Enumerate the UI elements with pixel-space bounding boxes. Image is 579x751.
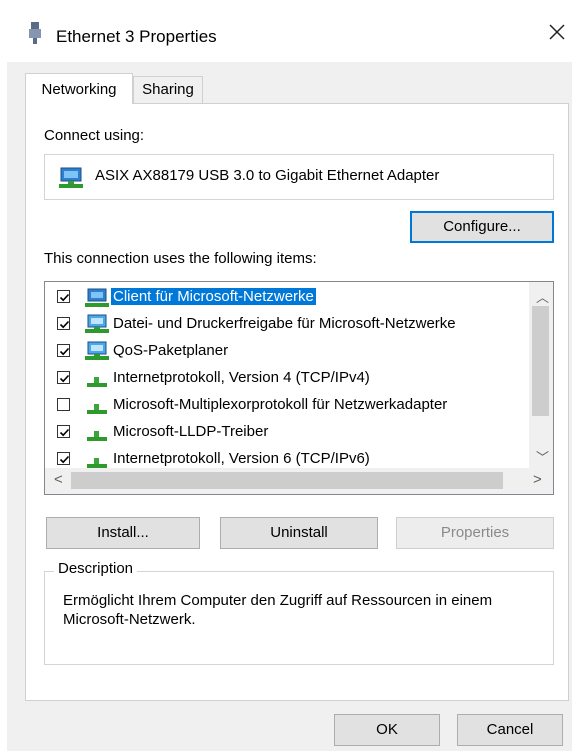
scroll-left-icon[interactable]: <	[54, 471, 63, 488]
cancel-button[interactable]: Cancel	[457, 714, 563, 746]
close-icon[interactable]	[545, 20, 569, 44]
properties-button[interactable]: Properties	[396, 517, 554, 549]
list-item-label: QoS-Paketplaner	[113, 342, 229, 359]
uninstall-button[interactable]: Uninstall	[220, 517, 378, 549]
description-text: Ermöglicht Ihrem Computer den Zugriff au…	[63, 592, 493, 628]
description-title: Description	[54, 560, 138, 577]
list-item[interactable]: Microsoft-LLDP-Treiber	[45, 419, 529, 446]
properties-window: Ethernet 3 Properties Networking Sharing…	[0, 0, 579, 751]
network-client-icon	[85, 287, 109, 309]
install-button[interactable]: Install...	[46, 517, 200, 549]
title-bar[interactable]: Ethernet 3 Properties	[0, 0, 579, 62]
window-title: Ethernet 3 Properties	[56, 27, 217, 46]
network-service-icon	[85, 341, 109, 363]
protocol-icon	[85, 395, 109, 417]
list-item[interactable]: Internetprotokoll, Version 4 (TCP/IPv4)	[45, 365, 529, 392]
scroll-down-icon[interactable]: ﹀	[536, 447, 549, 466]
tab-networking[interactable]: Networking	[25, 73, 133, 104]
horizontal-scroll-thumb[interactable]	[71, 472, 503, 489]
item-checkbox[interactable]	[57, 290, 70, 303]
scroll-up-icon[interactable]: ︿	[536, 287, 549, 306]
configure-button[interactable]: Configure...	[410, 211, 554, 243]
network-service-icon	[85, 314, 109, 336]
horizontal-scrollbar[interactable]: < >	[45, 468, 553, 494]
vertical-scrollbar[interactable]: ︿ ﹀	[529, 282, 553, 468]
network-adapter-icon	[59, 167, 83, 188]
item-checkbox[interactable]	[57, 398, 70, 411]
scroll-right-icon[interactable]: >	[533, 471, 542, 488]
list-item-label: Internetprotokoll, Version 6 (TCP/IPv6)	[113, 450, 370, 467]
item-checkbox[interactable]	[57, 371, 70, 384]
connect-using-label: Connect using:	[44, 127, 145, 144]
vertical-scroll-thumb[interactable]	[532, 306, 549, 416]
tab-sharing[interactable]: Sharing	[133, 76, 203, 103]
protocol-icon	[85, 422, 109, 444]
list-item-label: Microsoft-LLDP-Treiber	[113, 423, 269, 440]
item-checkbox[interactable]	[57, 317, 70, 330]
list-item-label: Client für Microsoft-Netzwerke	[111, 288, 316, 305]
protocol-icon	[85, 368, 109, 390]
list-item-label: Microsoft-Multiplexorprotokoll für Netzw…	[113, 396, 448, 413]
components-list[interactable]: Client für Microsoft-Netzwerke Datei- und…	[44, 281, 554, 495]
ok-button[interactable]: OK	[334, 714, 440, 746]
items-label: This connection uses the following items…	[44, 250, 317, 267]
item-checkbox[interactable]	[57, 452, 70, 465]
item-checkbox[interactable]	[57, 425, 70, 438]
network-adapter-icon	[29, 22, 41, 44]
list-item[interactable]: QoS-Paketplaner	[45, 338, 529, 365]
list-item-label: Datei- und Druckerfreigabe für Microsoft…	[113, 315, 456, 332]
adapter-name: ASIX AX88179 USB 3.0 to Gigabit Ethernet…	[95, 167, 440, 184]
list-item[interactable]: Client für Microsoft-Netzwerke	[45, 284, 529, 311]
list-item-label: Internetprotokoll, Version 4 (TCP/IPv4)	[113, 369, 370, 386]
list-item[interactable]: Microsoft-Multiplexorprotokoll für Netzw…	[45, 392, 529, 419]
adapter-field: ASIX AX88179 USB 3.0 to Gigabit Ethernet…	[44, 154, 554, 200]
list-item[interactable]: Datei- und Druckerfreigabe für Microsoft…	[45, 311, 529, 338]
item-checkbox[interactable]	[57, 344, 70, 357]
